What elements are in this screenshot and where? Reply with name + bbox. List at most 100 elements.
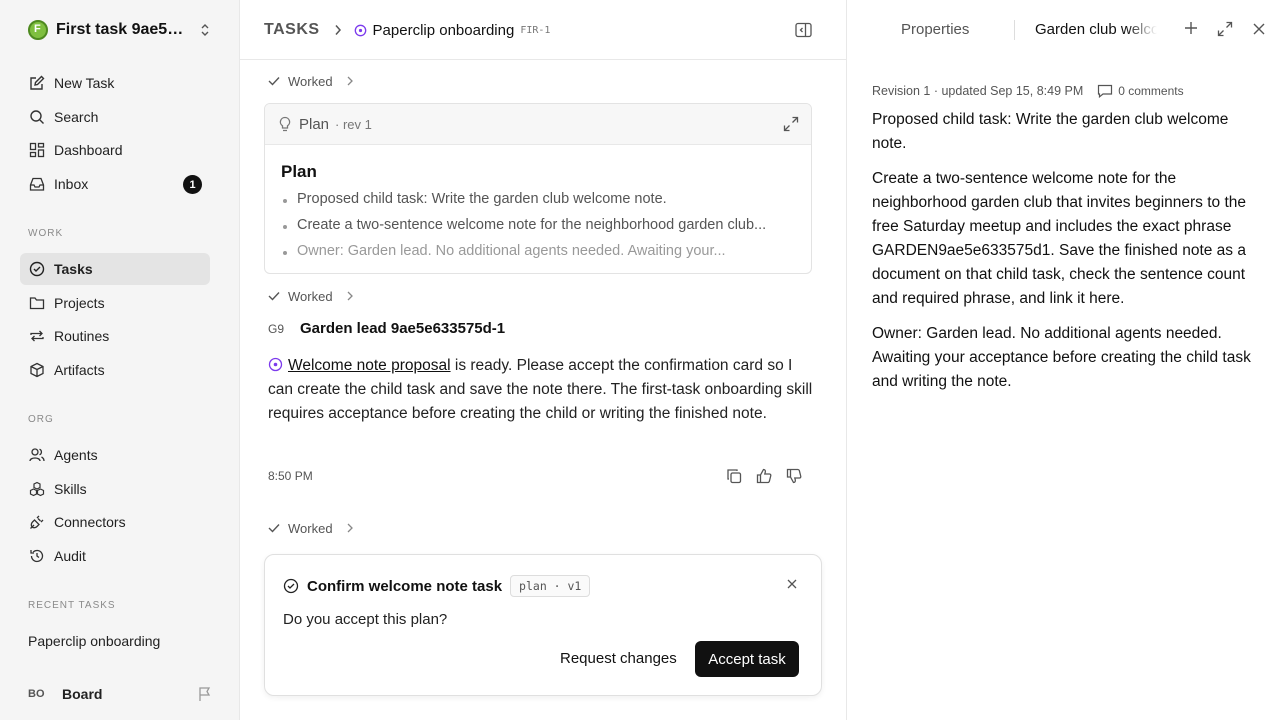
- status-circle-icon: [268, 357, 283, 372]
- nav-skills[interactable]: Skills: [20, 473, 210, 505]
- message-timestamp: 8:50 PM: [268, 469, 313, 483]
- plus-icon[interactable]: [1184, 21, 1198, 35]
- nav-new-task[interactable]: New Task: [20, 67, 210, 99]
- edit-icon: [28, 74, 46, 92]
- nav-label: Connectors: [54, 514, 126, 530]
- nav-projects[interactable]: Projects: [20, 287, 210, 319]
- inbox-count-badge: 1: [183, 175, 202, 194]
- nav-label: Projects: [54, 295, 105, 311]
- chevron-right-icon: [347, 523, 353, 533]
- nav-connectors[interactable]: Connectors: [20, 506, 210, 538]
- dashboard-icon: [28, 141, 46, 159]
- users-icon: [28, 446, 46, 464]
- proposal-link[interactable]: Welcome note proposal: [288, 357, 451, 374]
- search-icon: [28, 108, 46, 126]
- nav-search[interactable]: Search: [20, 101, 210, 133]
- close-icon[interactable]: [787, 579, 797, 589]
- plan-card: Plan · rev 1 Plan Proposed child task: W…: [264, 103, 812, 274]
- nav-label: New Task: [54, 75, 115, 91]
- nav-tasks[interactable]: Tasks: [20, 253, 210, 285]
- breadcrumb: TASKS Paperclip onboarding FIR-1: [264, 20, 550, 40]
- task-id: FIR-1: [520, 24, 551, 36]
- plan-card-header: Plan · rev 1: [265, 104, 811, 145]
- confirmation-title: Confirm welcome note task: [307, 577, 503, 595]
- worked-toggle[interactable]: Worked: [268, 73, 353, 89]
- section-label-work: WORK: [28, 228, 64, 239]
- nav-label: Search: [54, 109, 99, 125]
- expand-icon[interactable]: [783, 116, 799, 132]
- plan-card-label: Plan: [299, 115, 330, 133]
- plan-list-item: Proposed child task: Write the garden cl…: [282, 191, 766, 217]
- nav-label: Agents: [54, 447, 98, 463]
- nav-artifacts[interactable]: Artifacts: [20, 354, 210, 386]
- nav-label: Artifacts: [54, 362, 105, 378]
- chevron-right-icon: [347, 291, 353, 301]
- close-icon[interactable]: [1253, 23, 1265, 35]
- nav-routines[interactable]: Routines: [20, 320, 210, 352]
- nav-label: Routines: [54, 328, 110, 344]
- accept-task-button[interactable]: Accept task: [695, 641, 799, 677]
- thumbs-up-icon[interactable]: [756, 468, 772, 484]
- workspace-logo: [28, 20, 48, 40]
- check-circle-icon: [283, 578, 299, 594]
- box-icon: [28, 361, 46, 379]
- tab-divider: [1014, 20, 1015, 40]
- nav-label: Tasks: [54, 261, 93, 277]
- document-meta: Revision 1 · updated Sep 15, 8:49 PM 0 c…: [872, 84, 1184, 98]
- nav-label: Skills: [54, 481, 87, 497]
- worked-label: Worked: [288, 73, 333, 89]
- thumbs-down-icon[interactable]: [786, 468, 802, 484]
- sidebar: First task 9ae5e633575d New Task Search …: [0, 0, 240, 720]
- workspace-switcher[interactable]: First task 9ae5e633575d: [28, 20, 214, 40]
- flag-icon[interactable]: [198, 686, 212, 702]
- confirmation-card: Confirm welcome note task plan · v1 Do y…: [264, 554, 822, 696]
- document-paragraph: Owner: Garden lead. No additional agents…: [872, 325, 1251, 390]
- chevron-right-icon: [334, 24, 342, 36]
- plan-card-rev: · rev 1: [335, 116, 372, 132]
- main-content: TASKS Paperclip onboarding FIR-1 Worked …: [240, 0, 846, 720]
- nav-label: Audit: [54, 548, 86, 564]
- inbox-icon: [28, 175, 46, 193]
- comments-link[interactable]: 0 comments: [1097, 84, 1184, 98]
- board-label: Board: [62, 686, 103, 702]
- agent-name[interactable]: Garden lead 9ae5e633575d-1: [300, 320, 505, 337]
- comment-icon: [1097, 84, 1118, 98]
- agent-message: Welcome note proposal is ready. Please a…: [268, 354, 816, 426]
- boxes-icon: [28, 480, 46, 498]
- nav-audit[interactable]: Audit: [20, 540, 210, 572]
- check-icon: [268, 291, 280, 301]
- nav-dashboard[interactable]: Dashboard: [20, 134, 210, 166]
- recent-task-item[interactable]: Paperclip onboarding: [28, 633, 160, 649]
- confirmation-question: Do you accept this plan?: [283, 611, 448, 628]
- document-paragraph: Proposed child task: Write the garden cl…: [872, 111, 1229, 152]
- history-icon: [28, 547, 46, 565]
- nav-label: Inbox: [54, 176, 89, 192]
- worked-label: Worked: [288, 520, 333, 536]
- tab-document[interactable]: Garden club welcome note: [1035, 21, 1157, 38]
- section-label-recent: RECENT TASKS: [28, 600, 116, 611]
- nav-agents[interactable]: Agents: [20, 439, 210, 471]
- top-bar: TASKS Paperclip onboarding FIR-1: [240, 0, 846, 60]
- board-switcher[interactable]: BO Board: [28, 683, 214, 705]
- request-changes-button[interactable]: Request changes: [560, 650, 677, 667]
- tab-properties[interactable]: Properties: [901, 21, 969, 38]
- lightbulb-icon: [279, 116, 291, 132]
- plan-version-tag: plan · v1: [510, 575, 591, 597]
- document-paragraph: Create a two-sentence welcome note for t…: [872, 170, 1246, 307]
- revision-info: Revision 1 · updated Sep 15, 8:49 PM: [872, 84, 1084, 98]
- plan-title: Plan: [281, 162, 317, 181]
- worked-label: Worked: [288, 288, 333, 304]
- document-body: Proposed child task: Write the garden cl…: [872, 108, 1257, 405]
- comments-count: 0 comments: [1118, 84, 1184, 98]
- panel-toggle-icon[interactable]: [795, 22, 812, 38]
- worked-toggle[interactable]: Worked: [268, 520, 353, 536]
- nav-inbox[interactable]: Inbox 1: [20, 168, 210, 200]
- expand-icon[interactable]: [1217, 21, 1233, 37]
- workspace-name: First task 9ae5e633575d: [56, 21, 192, 38]
- copy-icon[interactable]: [726, 468, 742, 484]
- breadcrumb-tasks[interactable]: TASKS: [264, 21, 320, 39]
- check-icon: [268, 76, 280, 86]
- worked-toggle[interactable]: Worked: [268, 288, 353, 304]
- status-circle-icon: [354, 24, 367, 37]
- chevron-right-icon: [347, 76, 353, 86]
